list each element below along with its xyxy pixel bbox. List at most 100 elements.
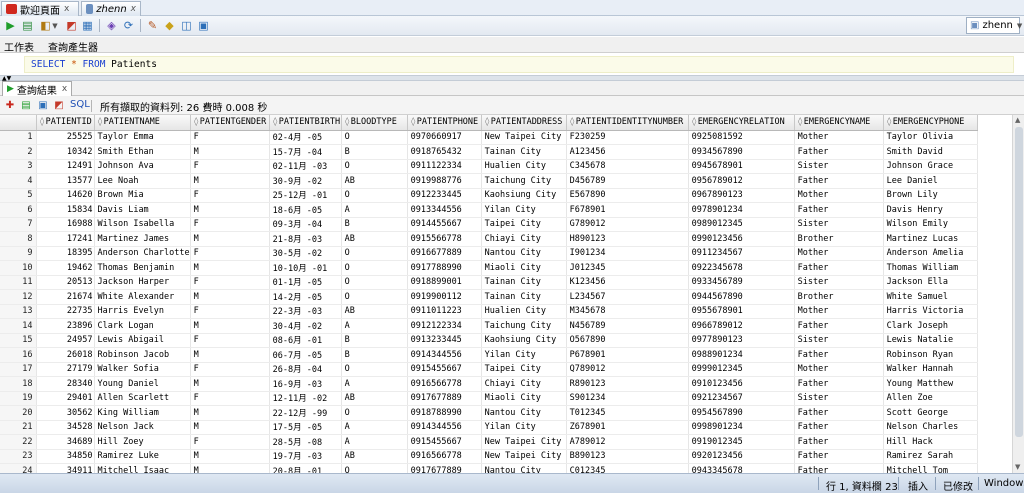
table-cell[interactable]: M	[190, 405, 270, 421]
sql-editor-line[interactable]: SELECT * FROM Patients	[24, 56, 1014, 73]
table-cell[interactable]: 23896	[36, 318, 95, 334]
table-cell[interactable]: 21674	[36, 289, 95, 305]
table-cell[interactable]: Robinson Ryan	[883, 347, 978, 363]
table-cell[interactable]: Young Matthew	[883, 376, 978, 392]
table-cell[interactable]: F230259	[566, 130, 689, 145]
sort-icon[interactable]: ◊	[485, 117, 490, 127]
table-cell[interactable]: 0966789012	[688, 318, 795, 334]
table-cell[interactable]: A	[341, 420, 408, 435]
table-cell[interactable]: 0925081592	[688, 130, 795, 145]
table-cell[interactable]: B	[341, 144, 408, 160]
table-cell[interactable]: Mother	[794, 130, 884, 145]
table-cell[interactable]: 19-7月 -03	[269, 449, 342, 464]
table-cell[interactable]: Allen Scarlett	[94, 391, 191, 406]
table-cell[interactable]: L234567	[566, 289, 689, 305]
table-cell[interactable]: New Taipei City	[481, 449, 567, 464]
column-header[interactable]: ◊PATIENTPHONE	[407, 115, 482, 131]
table-cell[interactable]: 30-4月 -02	[269, 318, 342, 334]
table-row[interactable]: 15 24957 Lewis Abigail F 08-6月 -01 B 091323344…	[0, 333, 978, 348]
table-cell[interactable]: AB	[341, 449, 408, 464]
table-cell[interactable]: Smith David	[883, 144, 978, 160]
table-cell[interactable]: 0922345678	[688, 260, 795, 276]
table-cell[interactable]: 0919012345	[688, 434, 795, 450]
table-cell[interactable]: 27179	[36, 362, 95, 377]
table-cell[interactable]: Thomas Benjamin	[94, 260, 191, 276]
tab-query-results[interactable]: ▶ 查詢結果 x	[2, 81, 73, 97]
table-cell[interactable]: 30-5月 -02	[269, 246, 342, 261]
table-cell[interactable]: 0915566778	[407, 231, 482, 247]
table-cell[interactable]: 0956789012	[688, 173, 795, 189]
table-cell[interactable]: Robinson Jacob	[94, 347, 191, 363]
table-row[interactable]: 21 34528 Nelson Jack M 17-5月 -05 A 0914344556 Y…	[0, 420, 978, 435]
table-cell[interactable]: M345678	[566, 304, 689, 319]
table-cell[interactable]: F	[190, 217, 270, 232]
table-cell[interactable]: 0910123456	[688, 376, 795, 392]
table-cell[interactable]: Walker Hannah	[883, 362, 978, 377]
table-cell[interactable]: T012345	[566, 405, 689, 421]
column-header[interactable]: ◊PATIENTGENDER	[190, 115, 270, 131]
table-cell[interactable]: M	[190, 318, 270, 334]
table-cell[interactable]: O	[341, 275, 408, 290]
table-cell[interactable]: A	[341, 434, 408, 450]
sort-icon[interactable]: ◊	[411, 117, 416, 127]
clear-icon[interactable]: ✎	[145, 18, 160, 33]
table-cell[interactable]: 26018	[36, 347, 95, 363]
table-cell[interactable]: AB	[341, 173, 408, 189]
table-cell[interactable]: Sister	[794, 159, 884, 174]
table-cell[interactable]: Tainan City	[481, 275, 567, 290]
table-cell[interactable]: Johnson Grace	[883, 159, 978, 174]
table-cell[interactable]: 0911234567	[688, 246, 795, 261]
table-cell[interactable]: C012345	[566, 463, 689, 473]
table-row[interactable]: 17 27179 Walker Sofia F 26-8月 -04 O 0915455667…	[0, 362, 978, 377]
table-cell[interactable]: H890123	[566, 231, 689, 247]
table-cell[interactable]: 12-11月 -02	[269, 391, 342, 406]
table-cell[interactable]: 08-6月 -01	[269, 333, 342, 348]
table-cell[interactable]: 34911	[36, 463, 95, 473]
table-cell[interactable]: 14-2月 -05	[269, 289, 342, 305]
table-row[interactable]: 7 16988 Wilson Isabella F 09-3月 -04 B 09144556…	[0, 217, 978, 232]
table-cell[interactable]: Martinez James	[94, 231, 191, 247]
table-cell[interactable]: Nantou City	[481, 463, 567, 473]
table-cell[interactable]: F	[190, 159, 270, 174]
table-cell[interactable]: Wilson Emily	[883, 217, 978, 232]
table-cell[interactable]: Mitchell Isaac	[94, 463, 191, 473]
refresh-icon[interactable]: ▤	[20, 99, 32, 111]
export-icon[interactable]: ▣	[37, 99, 49, 111]
run-script-icon[interactable]: ▤	[20, 18, 35, 33]
table-cell[interactable]: Hualien City	[481, 304, 567, 319]
table-cell[interactable]: D456789	[566, 173, 689, 189]
table-cell[interactable]: 19462	[36, 260, 95, 276]
table-cell[interactable]: 0977890123	[688, 333, 795, 348]
table-cell[interactable]: Lewis Abigail	[94, 333, 191, 348]
table-cell[interactable]: 13577	[36, 173, 95, 189]
scroll-down-icon[interactable]: ▼	[1015, 463, 1020, 471]
table-cell[interactable]: 0919988776	[407, 173, 482, 189]
table-cell[interactable]: Johnson Ava	[94, 159, 191, 174]
table-cell[interactable]: 0944567890	[688, 289, 795, 305]
table-cell[interactable]: Chiayi City	[481, 231, 567, 247]
table-cell[interactable]: 25-12月 -01	[269, 188, 342, 203]
format-icon[interactable]: ▣	[196, 18, 211, 33]
table-cell[interactable]: Yilan City	[481, 202, 567, 218]
table-row[interactable]: 6 15834 Davis Liam M 18-6月 -05 A 0913344556 Yil…	[0, 202, 978, 218]
table-cell[interactable]: 15834	[36, 202, 95, 218]
table-cell[interactable]: 34689	[36, 434, 95, 450]
table-cell[interactable]: 0988901234	[688, 347, 795, 363]
vertical-scrollbar[interactable]: ▲ ▼	[1012, 115, 1024, 473]
table-cell[interactable]: Taylor Olivia	[883, 130, 978, 145]
table-cell[interactable]: 0915455667	[407, 362, 482, 377]
table-cell[interactable]: 0978901234	[688, 202, 795, 218]
table-cell[interactable]: Lewis Natalie	[883, 333, 978, 348]
table-cell[interactable]: 18395	[36, 246, 95, 261]
table-cell[interactable]: F	[190, 333, 270, 348]
table-cell[interactable]: I901234	[566, 246, 689, 261]
table-cell[interactable]: 0914344556	[407, 420, 482, 435]
table-cell[interactable]: Miaoli City	[481, 260, 567, 276]
table-cell[interactable]: 0921234567	[688, 391, 795, 406]
close-icon[interactable]: x	[131, 4, 136, 14]
table-cell[interactable]: R890123	[566, 376, 689, 392]
sql-button[interactable]: SQL	[70, 99, 90, 110]
table-cell[interactable]: Taipei City	[481, 362, 567, 377]
scroll-up-icon[interactable]: ▲	[1015, 116, 1020, 124]
table-cell[interactable]: Allen Zoe	[883, 391, 978, 406]
